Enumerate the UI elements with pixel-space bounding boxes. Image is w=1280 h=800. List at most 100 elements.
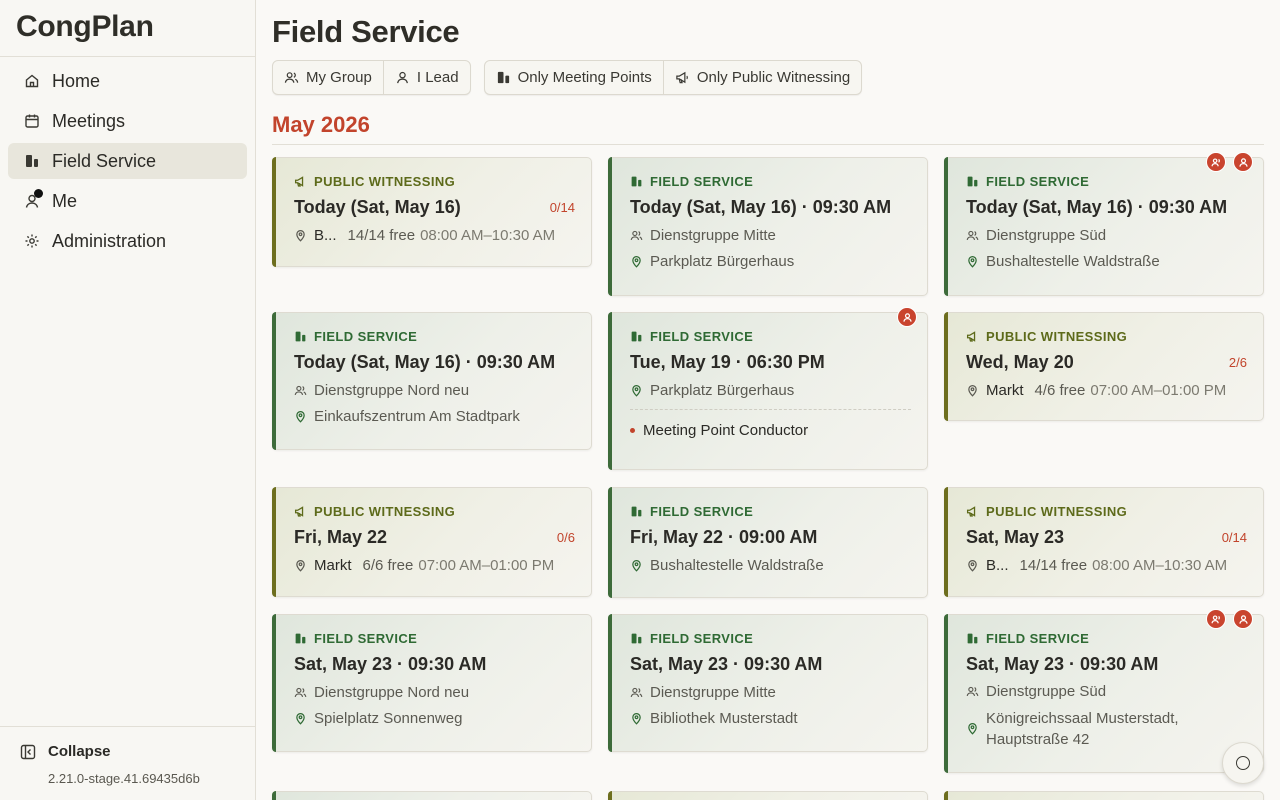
group-icon — [630, 230, 643, 241]
group-badge-icon — [1206, 609, 1226, 629]
card-title: Fri, May 22 — [294, 527, 388, 547]
filter-i-lead-button[interactable]: I Lead — [384, 61, 470, 94]
calendar-icon — [24, 113, 40, 129]
event-card[interactable]: FIELD SERVICE Fri, May 22 · 09:00 AM Bus… — [608, 487, 928, 598]
card-title: Today (Sat, May 16) · 09:30 AM — [630, 197, 892, 217]
field-service-icon — [295, 633, 306, 644]
location-pin-icon — [296, 411, 305, 423]
card-location: Markt — [314, 557, 352, 574]
card-time: 08:00 AM–10:30 AM — [1092, 557, 1228, 574]
floating-action-button[interactable] — [1222, 742, 1264, 784]
collapse-icon — [20, 744, 36, 759]
card-place: Einkaufszentrum Am Stadtpark — [314, 408, 520, 425]
user-icon — [24, 189, 43, 209]
megaphone-icon — [966, 331, 976, 342]
card-place: Parkplatz Bürgerhaus — [650, 382, 795, 399]
card-badges — [897, 307, 917, 327]
card-location: B... — [314, 227, 337, 244]
card-type: FIELD SERVICE — [314, 329, 418, 344]
megaphone-icon — [294, 176, 304, 187]
event-card[interactable]: FIELD SERVICE Sat, May 23 · 09:30 AM Die… — [272, 614, 592, 752]
sidebar-item-home[interactable]: Home — [8, 63, 247, 99]
filter-only-meeting-points-button[interactable]: Only Meeting Points — [485, 61, 664, 94]
card-type: FIELD SERVICE — [650, 504, 754, 519]
group-icon — [966, 686, 979, 697]
card-free-slots: 4/6 free — [1034, 382, 1086, 399]
card-title: Today (Sat, May 16) · 09:30 AM — [294, 352, 556, 372]
card-time: 07:00 AM–01:00 PM — [418, 557, 555, 574]
card-place: Spielplatz Sonnenweg — [314, 710, 463, 727]
location-pin-icon — [632, 385, 641, 397]
card-type: FIELD SERVICE — [314, 631, 418, 646]
card-title: Today (Sat, May 16) — [294, 197, 461, 217]
filter-my-group-button[interactable]: My Group — [273, 61, 384, 94]
event-card[interactable]: FIELD SERVICE Sat, May 23 · 09:30 AM Die… — [944, 609, 1264, 773]
megaphone-icon — [966, 506, 976, 517]
notification-dot — [34, 189, 43, 198]
event-card[interactable]: FIELD SERVICE Today (Sat, May 16) · 09:3… — [272, 312, 592, 450]
card-group: Dienstgruppe Süd — [986, 227, 1107, 244]
app-logo[interactable]: CongPlan — [0, 0, 255, 57]
sidebar-item-label: Home — [52, 70, 101, 91]
user-badge-icon — [1233, 152, 1253, 172]
sidebar-item-me[interactable]: Me — [8, 183, 247, 219]
event-card[interactable]: FIELD SERVICE Tue, May 19 · 06:30 PM Par… — [608, 307, 928, 470]
slot-count: 2/6 — [1228, 355, 1247, 370]
group-icon — [284, 72, 299, 83]
filter-group-type: Only Meeting Points Only Public Witnessi… — [483, 60, 863, 95]
location-pin-icon — [632, 256, 641, 268]
card-badges — [1206, 609, 1253, 629]
card-title: Tue, May 19 · 06:30 PM — [630, 352, 825, 372]
month-heading: May 2026 — [272, 112, 370, 137]
event-card[interactable]: FIELD SERVICE Sat, May 23 · 09:30 AM Die… — [608, 614, 928, 752]
sidebar-item-meetings[interactable]: Meetings — [8, 103, 247, 139]
card-type: FIELD SERVICE — [986, 174, 1090, 189]
card-free-slots: 6/6 free — [362, 557, 414, 574]
field-service-icon — [967, 633, 978, 644]
collapse-button[interactable]: Collapse — [20, 743, 235, 760]
gear-icon — [24, 233, 40, 249]
card-time: 07:00 AM–01:00 PM — [1090, 382, 1227, 399]
event-card[interactable]: FIELD SERVICE Today (Sat, May 16) · 09:3… — [608, 157, 928, 296]
field-service-icon — [295, 331, 306, 342]
card-type: FIELD SERVICE — [986, 631, 1090, 646]
event-card[interactable]: PUBLIC WITNESSING Sat, May 23 0/14 B... 14… — [944, 487, 1264, 597]
card-location: B... — [986, 557, 1009, 574]
card-title: Sat, May 23 · 09:30 AM — [966, 654, 1159, 674]
filter-only-public-witnessing-button[interactable]: Only Public Witnessing — [664, 61, 861, 94]
event-card[interactable]: FIELD SERVICE Today (Sat, May 16) · 09:3… — [944, 152, 1264, 296]
circle-icon — [1236, 756, 1250, 770]
sidebar-item-label: Administration — [52, 230, 167, 251]
user-badge-icon — [897, 307, 917, 327]
sidebar-nav: Home Meetings Field Service Me Administr… — [0, 57, 255, 269]
event-card[interactable] — [608, 791, 928, 800]
location-pin-icon — [296, 560, 305, 572]
card-title: Today (Sat, May 16) · 09:30 AM — [966, 197, 1228, 217]
group-icon — [294, 687, 307, 698]
event-card[interactable] — [272, 791, 592, 800]
sidebar-footer: Collapse 2.21.0-stage.41.69435d6b — [0, 726, 255, 800]
location-pin-icon — [968, 560, 977, 572]
card-free-slots: 14/14 free — [347, 227, 416, 244]
filter-bar: My Group I Lead Only Meeting Points Only… — [272, 60, 863, 95]
event-card[interactable]: PUBLIC WITNESSING Today (Sat, May 16) 0/1… — [272, 157, 592, 267]
event-card[interactable]: PUBLIC WITNESSING Fri, May 22 0/6 Markt 6/… — [272, 487, 592, 597]
event-card[interactable]: PUBLIC WITNESSING Wed, May 20 2/6 Markt 4/… — [944, 312, 1264, 421]
filter-label: Only Public Witnessing — [696, 69, 851, 86]
filter-label: Only Meeting Points — [517, 69, 652, 86]
sidebar-item-administration[interactable]: Administration — [8, 223, 247, 259]
card-group: Dienstgruppe Nord neu — [314, 382, 470, 399]
event-card[interactable] — [944, 791, 1264, 800]
card-location: Markt — [986, 382, 1024, 399]
role-bullet — [630, 428, 635, 433]
field-service-icon — [497, 71, 509, 84]
slot-count: 0/14 — [549, 200, 575, 215]
sidebar-item-field-service[interactable]: Field Service — [8, 143, 247, 179]
group-icon — [630, 687, 643, 698]
slot-count: 0/6 — [556, 530, 575, 545]
card-place: Bushaltestelle Waldstraße — [650, 557, 824, 574]
collapse-label: Collapse — [48, 743, 111, 760]
user-icon — [396, 71, 408, 84]
card-type: PUBLIC WITNESSING — [314, 504, 456, 519]
field-service-icon — [967, 176, 978, 187]
